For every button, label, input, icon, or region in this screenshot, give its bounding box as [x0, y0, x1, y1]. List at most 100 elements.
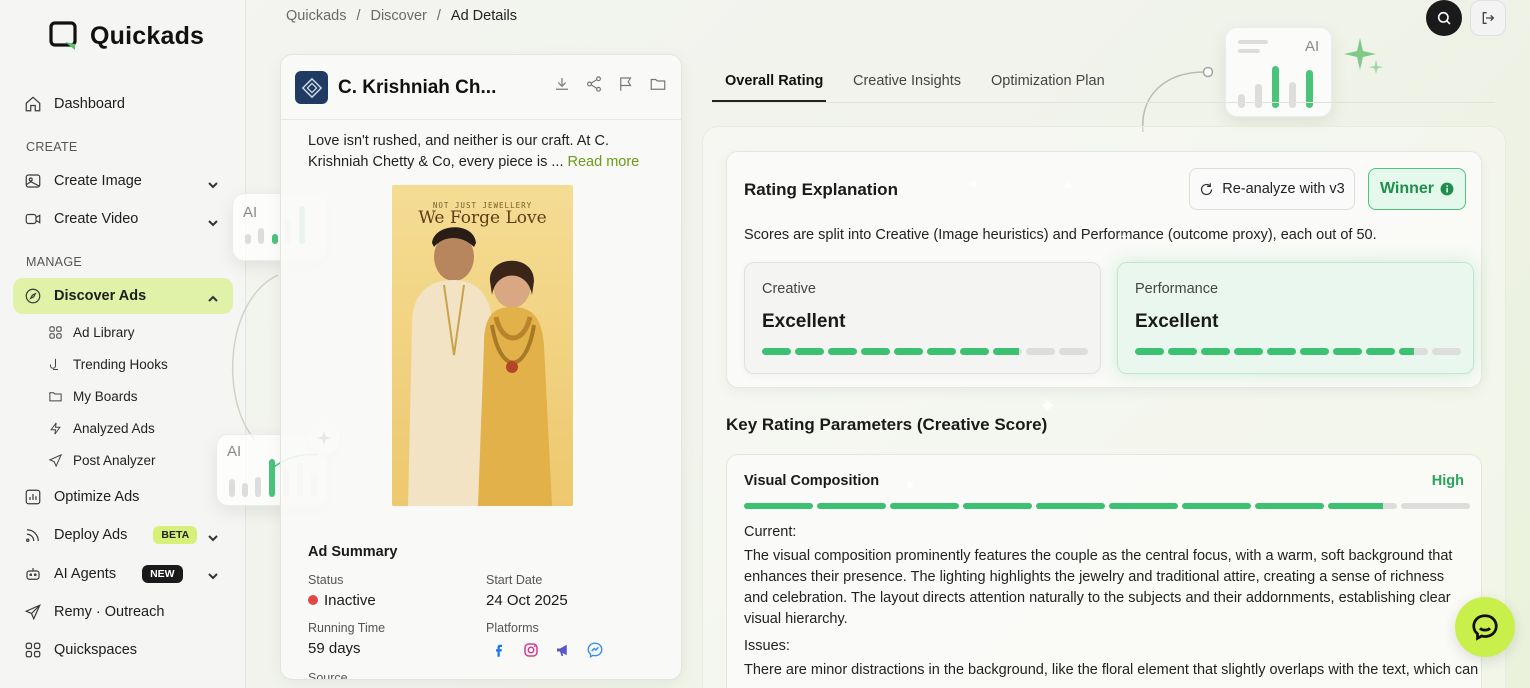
progress-segment: [1399, 348, 1428, 355]
performance-score-box: Performance Excellent: [1117, 262, 1474, 374]
creative-label: Creative: [762, 281, 816, 297]
running-time-value: 59 days: [308, 640, 361, 657]
winner-label: Winner: [1379, 180, 1435, 197]
progress-segment: [1182, 503, 1251, 509]
progress-segment: [1328, 503, 1397, 509]
tab-optimization-plan[interactable]: Optimization Plan: [991, 73, 1105, 89]
progress-segment: [1333, 348, 1362, 355]
performance-value: Excellent: [1135, 311, 1219, 332]
running-time-label: Running Time: [308, 621, 386, 635]
progress-segment: [1267, 348, 1296, 355]
creative-score-box: Creative Excellent: [744, 262, 1101, 374]
rating-explanation-card: Rating Explanation Re-analyze with v3 Wi…: [726, 151, 1482, 388]
info-icon: [1440, 182, 1454, 196]
status-label: Status: [308, 573, 344, 587]
progress-segment: [1432, 348, 1461, 355]
status-text: Inactive: [324, 592, 376, 609]
sparkle-decoration: ✦: [904, 477, 916, 493]
issues-label: Issues:: [744, 638, 790, 654]
download-icon[interactable]: [553, 75, 571, 93]
tab-creative-insights[interactable]: Creative Insights: [853, 73, 961, 89]
progress-segment: [1201, 348, 1230, 355]
tab-active-indicator: [712, 100, 826, 102]
audience-network-icon: [557, 644, 567, 656]
reanalyze-button[interactable]: Re-analyze with v3: [1189, 168, 1355, 210]
divider: [281, 119, 681, 120]
folder-icon[interactable]: [649, 75, 667, 93]
breadcrumb-item[interactable]: Quickads: [286, 8, 346, 24]
search-icon: [1437, 11, 1451, 25]
start-date-value: 24 Oct 2025: [486, 592, 568, 609]
progress-segment: [795, 348, 824, 355]
sparkle-decoration: ✦: [1040, 396, 1056, 416]
ad-image-headline: We Forge Love: [418, 208, 547, 228]
tab-overall-rating[interactable]: Overall Rating: [725, 73, 823, 89]
visual-composition-title: Visual Composition: [744, 473, 880, 489]
key-parameters-title: Key Rating Parameters (Creative Score): [726, 415, 1048, 434]
progress-segment: [828, 348, 857, 355]
performance-label: Performance: [1135, 281, 1219, 297]
sparkle-decoration: ✦: [1120, 232, 1129, 243]
progress-segment: [817, 503, 886, 509]
ad-caption-text: Love isn't rushed, and neither is our cr…: [308, 133, 609, 170]
instagram-icon: [524, 643, 538, 657]
progress-segment: [993, 348, 1022, 355]
brand-avatar: [295, 71, 328, 104]
current-label: Current:: [744, 524, 797, 540]
progress-segment: [1401, 503, 1470, 509]
flag-icon[interactable]: [617, 75, 635, 93]
winner-badge[interactable]: Winner: [1368, 168, 1466, 210]
bar-chart-icon: [1238, 66, 1313, 108]
progress-segment: [744, 503, 813, 509]
platforms-list: [490, 641, 604, 659]
start-date-label: Start Date: [486, 573, 543, 587]
share-icon[interactable]: [585, 75, 603, 93]
ad-title: C. Krishniah Ch...: [338, 76, 497, 98]
reanalyze-label: Re-analyze with v3: [1222, 181, 1345, 197]
search-button[interactable]: [1426, 0, 1462, 36]
creative-progress-bar: [762, 348, 1088, 355]
creative-value: Excellent: [762, 311, 846, 332]
performance-progress-bar: [1135, 348, 1461, 355]
progress-segment: [894, 348, 923, 355]
logout-icon: [1482, 12, 1495, 24]
progress-segment: [1168, 348, 1197, 355]
progress-segment: [960, 348, 989, 355]
placeholder-line: [1238, 40, 1268, 44]
ad-creative-image[interactable]: NOT JUST JEWELLERY We Forge Love: [392, 185, 573, 506]
ad-creative-illustration: [392, 185, 573, 506]
breadcrumb-item[interactable]: Discover: [370, 8, 426, 24]
progress-segment: [1234, 348, 1263, 355]
status-value: Inactive: [308, 592, 376, 609]
logout-button[interactable]: [1470, 0, 1506, 36]
progress-segment: [1135, 348, 1164, 355]
brand-logo-icon: [301, 77, 322, 98]
breadcrumb-separator: /: [356, 8, 361, 24]
progress-segment: [890, 503, 959, 509]
ad-details-card: C. Krishniah Ch... Love isn't rushed, an…: [280, 54, 682, 680]
progress-segment: [963, 503, 1032, 509]
current-text: The visual composition prominently featu…: [744, 548, 1453, 627]
sparkle-decoration: ✦: [1062, 178, 1074, 194]
progress-segment: [861, 348, 890, 355]
sparkle-icon: [1344, 38, 1383, 74]
rating-explanation-title: Rating Explanation: [744, 180, 898, 199]
progress-segment: [1036, 503, 1105, 509]
progress-segment: [1059, 348, 1088, 355]
ad-caption: Love isn't rushed, and neither is our cr…: [308, 131, 653, 173]
messenger-icon: [587, 642, 603, 658]
issues-text: There are minor distractions in the back…: [744, 662, 1479, 678]
tab-divider: [712, 102, 1495, 103]
source-label: Source: [308, 671, 348, 680]
breadcrumb-current: Ad Details: [450, 8, 518, 24]
progress-segment: [762, 348, 791, 355]
breadcrumb-separator: /: [436, 8, 441, 24]
progress-segment: [1109, 503, 1178, 509]
chat-button[interactable]: [1455, 597, 1515, 657]
ai-chart-card: AI: [1225, 27, 1332, 117]
read-more-link[interactable]: Read more: [568, 154, 640, 170]
facebook-icon: [496, 644, 502, 657]
refresh-icon: [1201, 182, 1213, 195]
placeholder-line: [1238, 49, 1260, 53]
visual-composition-level: High: [1431, 473, 1464, 489]
